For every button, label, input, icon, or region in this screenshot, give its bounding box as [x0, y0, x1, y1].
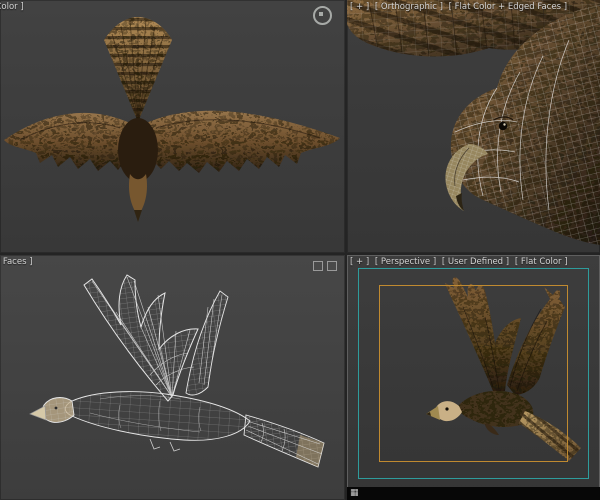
viewport-view-button[interactable]: [ Orthographic ]	[375, 2, 443, 12]
viewport-toggle-icon[interactable]	[313, 261, 323, 271]
eagle-top-view-render	[4, 17, 340, 222]
eagle-head-render	[347, 0, 600, 245]
eagle-model[interactable]	[29, 274, 325, 468]
eagle-wireframe-render	[29, 274, 325, 468]
eagle-model[interactable]	[4, 17, 340, 222]
viewport-menu-button[interactable]: [ + ]	[350, 257, 369, 267]
viewport-label-top: [ + ] [ Top ] [ Flat Color ]	[0, 2, 27, 13]
viewport-perspective[interactable]: [ + ] [ Perspective ] [ User Defined ] […	[347, 255, 600, 500]
viewport-shading-button[interactable]: [ Flat Color + Edged Faces ]	[449, 2, 567, 12]
viewport-menu-button[interactable]: [ + ]	[350, 2, 369, 12]
viewport-label-orthographic: [ + ] [ Orthographic ] [ Flat Color + Ed…	[350, 2, 570, 13]
viewport-shading-button[interactable]: [ Flat Color ]	[515, 257, 568, 267]
eagle-model[interactable]	[426, 277, 581, 461]
viewport-orthographic[interactable]: [ + ] [ Orthographic ] [ Flat Color + Ed…	[347, 0, 600, 253]
viewport-shading-button[interactable]: [ Flat Color + Edged Faces ]	[0, 257, 33, 267]
viewport-view-button[interactable]: [ Perspective ]	[375, 257, 436, 267]
viewport-toggle-icon[interactable]	[327, 261, 337, 271]
viewport-label-front: [ + ] [ Front ] [ Flat Color + Edged Fac…	[0, 257, 36, 268]
viewport-top[interactable]: [ + ] [ Top ] [ Flat Color ]	[0, 0, 345, 253]
navigation-wheel-icon[interactable]	[313, 6, 332, 25]
eagle-perspective-render	[426, 277, 581, 461]
viewport-splitter-vertical[interactable]	[345, 0, 347, 500]
viewport-camera-button[interactable]: [ User Defined ]	[442, 257, 509, 267]
viewport-splitter-horizontal[interactable]	[0, 253, 600, 255]
viewport-shading-button[interactable]: [ Flat Color ]	[0, 2, 24, 12]
trackbar-grid-icon[interactable]: ▦	[350, 488, 359, 498]
viewport-label-perspective: [ + ] [ Perspective ] [ User Defined ] […	[350, 257, 571, 268]
eagle-model[interactable]	[347, 0, 600, 245]
viewport-front[interactable]: [ + ] [ Front ] [ Flat Color + Edged Fac…	[0, 255, 345, 500]
trackbar[interactable]: ▦	[347, 487, 600, 500]
